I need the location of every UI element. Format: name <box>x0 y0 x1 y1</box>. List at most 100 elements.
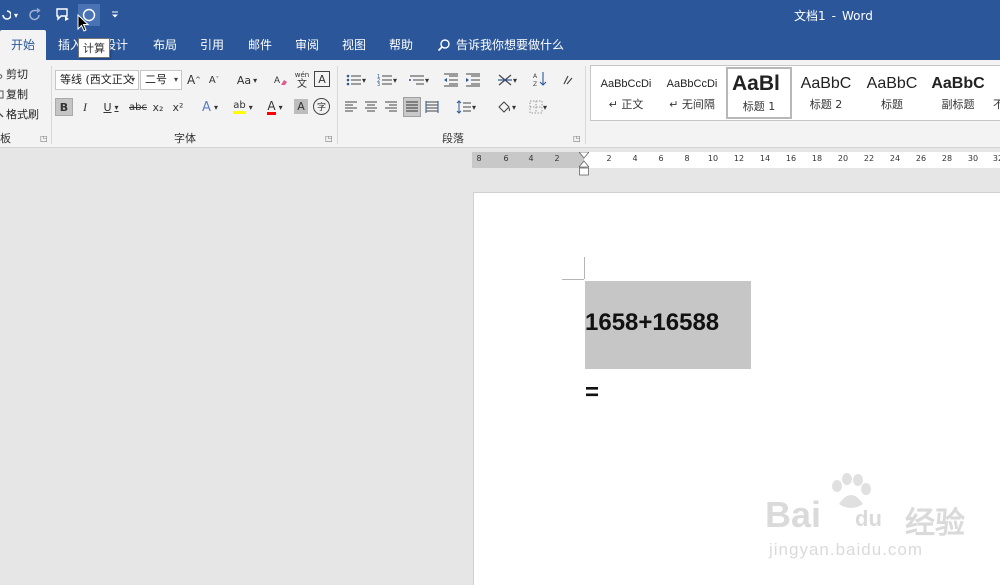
title-bar: ▾ 文档1- Word <box>0 0 1000 30</box>
justify-icon <box>405 101 419 113</box>
highlight-button[interactable]: ab ▾ <box>228 98 258 116</box>
style-name-text: 不 <box>993 97 1000 113</box>
ruler-number: 30 <box>967 154 979 163</box>
window-title: 文档1- Word <box>794 7 873 24</box>
ruler-number: 18 <box>811 154 823 163</box>
character-shading-button[interactable]: A <box>294 99 308 114</box>
ruler-number: 2 <box>606 154 612 163</box>
character-border-button[interactable]: A <box>314 71 330 87</box>
tell-me-search[interactable]: 告诉我你想要做什么 <box>437 30 564 60</box>
redo-icon[interactable] <box>24 4 46 26</box>
paragraph-mark-icon: ↵ <box>669 98 679 111</box>
chevron-down-icon: ▾ <box>173 75 178 84</box>
shrink-font-button[interactable]: Aˇ <box>206 71 222 89</box>
eraser-icon: A <box>274 73 288 87</box>
baidu-jingyan-watermark: Bai du 经验 jingyan.baidu.com <box>765 472 990 572</box>
underline-button[interactable]: U ▾ <box>98 98 124 116</box>
align-right-button[interactable] <box>383 98 399 116</box>
enclose-characters-button[interactable]: 字 <box>313 98 330 115</box>
equals-sign[interactable]: = <box>585 379 599 407</box>
style-name-text: 正文 <box>621 98 644 111</box>
bullets-icon <box>346 73 362 87</box>
tab-references[interactable]: 引用 <box>200 30 224 60</box>
line-spacing-button[interactable]: ▾ <box>452 98 480 116</box>
copy-button[interactable]: 复制 <box>0 86 28 102</box>
ruler-number: 12 <box>733 154 745 163</box>
customize-toolbar-icon[interactable] <box>106 4 124 26</box>
speech-bubble-icon[interactable] <box>52 4 74 26</box>
tab-review[interactable]: 审阅 <box>295 30 319 60</box>
style-no-spacing[interactable]: AaBbCcDi ↵ 无间隔 <box>659 67 725 119</box>
bold-button[interactable]: B <box>55 98 73 116</box>
decrease-indent-icon <box>443 73 459 87</box>
numbering-icon: 123 <box>377 73 393 87</box>
chevron-down-icon: ▾ <box>248 102 253 112</box>
borders-button[interactable]: ▾ <box>524 98 552 116</box>
undo-dropdown-icon[interactable]: ▾ <box>12 4 20 26</box>
tab-help[interactable]: 帮助 <box>389 30 413 60</box>
cut-button[interactable]: 剪切 <box>0 66 28 82</box>
change-case-button[interactable]: Aa ▾ <box>232 71 262 89</box>
tab-home[interactable]: 开始 <box>0 30 46 60</box>
distributed-button[interactable] <box>424 98 440 116</box>
grow-font-button[interactable]: A ^ <box>186 71 202 89</box>
superscript-button[interactable]: x² <box>170 98 186 116</box>
paragraph-launcher-icon[interactable]: ◳ <box>573 134 581 143</box>
tab-mailings[interactable]: 邮件 <box>248 30 272 60</box>
group-divider <box>337 66 338 144</box>
bullets-button[interactable]: ▾ <box>343 71 369 89</box>
clear-formatting-button[interactable]: A <box>272 71 290 89</box>
format-painter-button[interactable]: 格式刷 <box>0 106 39 122</box>
horizontal-ruler[interactable]: 8 6 4 2 2 4 6 8 10 12 14 16 18 20 22 24 … <box>472 152 1000 176</box>
style-heading-1[interactable]: AaBl 标题 1 <box>726 67 792 119</box>
increase-indent-button[interactable] <box>464 71 482 89</box>
font-color-button[interactable]: A ▾ <box>260 98 290 116</box>
phonetic-guide-button[interactable]: wén 文 <box>293 68 311 92</box>
shading-button[interactable]: ▾ <box>492 98 520 116</box>
phonetic-char: 文 <box>297 79 307 90</box>
justify-button[interactable] <box>403 97 421 117</box>
grow-font-icon: A <box>186 73 196 87</box>
clipboard-group-label: 板 <box>0 132 11 145</box>
character-border-label: A <box>318 72 326 86</box>
font-name-value: 等线 (西文正文 <box>60 73 134 86</box>
tab-view[interactable]: 视图 <box>342 30 366 60</box>
font-launcher-icon[interactable]: ◳ <box>325 134 333 143</box>
show-marks-button[interactable] <box>560 71 576 89</box>
font-name-select[interactable]: 等线 (西文正文 ▾ <box>55 70 139 90</box>
text-effects-button[interactable]: A ▾ <box>196 98 224 116</box>
align-left-button[interactable] <box>343 98 359 116</box>
sort-button[interactable]: AZ <box>531 70 549 88</box>
group-divider <box>585 66 586 144</box>
subscript-button[interactable]: x₂ <box>150 98 166 116</box>
ruler-number: 8 <box>476 154 482 163</box>
italic-button[interactable]: I <box>77 98 93 116</box>
decrease-indent-button[interactable] <box>442 71 460 89</box>
ruler-number: 28 <box>941 154 953 163</box>
style-more[interactable]: 不 <box>993 67 1000 119</box>
undo-icon[interactable] <box>0 4 12 26</box>
chevron-down-icon: ▾ <box>253 75 258 85</box>
underline-label: U <box>103 100 112 114</box>
style-normal[interactable]: AaBbCcDi ↵ 正文 <box>593 67 659 119</box>
clipboard-launcher-icon[interactable]: ◳ <box>40 134 48 143</box>
paragraph-mark-icon: ↵ <box>608 98 618 111</box>
watermark-url: jingyan.baidu.com <box>769 540 924 559</box>
format-painter-label: 格式刷 <box>6 108 39 121</box>
selected-expression[interactable]: 1658+16588 <box>585 309 719 337</box>
chinese-layout-button[interactable]: ▾ <box>494 71 520 89</box>
strikethrough-button[interactable]: abc <box>128 98 148 116</box>
multilevel-list-button[interactable]: ▾ <box>405 71 433 89</box>
ruler-number: 16 <box>785 154 797 163</box>
numbering-button[interactable]: 123 ▾ <box>374 71 400 89</box>
tab-layout[interactable]: 布局 <box>153 30 177 60</box>
style-subtitle[interactable]: AaBbC 副标题 <box>925 67 991 119</box>
style-title[interactable]: AaBbC 标题 <box>859 67 925 119</box>
align-center-button[interactable] <box>363 98 379 116</box>
style-heading-2[interactable]: AaBbC 标题 2 <box>793 67 859 119</box>
indent-marker-icon[interactable] <box>579 152 589 176</box>
shrink-font-icon: A <box>208 74 216 86</box>
font-size-select[interactable]: 二号 ▾ <box>140 70 182 90</box>
document-name: 文档1 <box>794 9 826 23</box>
style-sample: AaBbC <box>866 75 918 92</box>
